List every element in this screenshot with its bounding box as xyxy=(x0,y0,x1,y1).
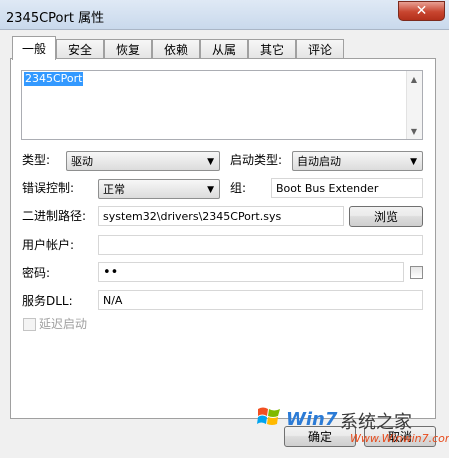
service-dll-value: N/A xyxy=(103,293,123,307)
service-dll-label: 服务DLL: xyxy=(22,294,73,308)
group-label: 组: xyxy=(230,181,247,195)
tab-label: 恢复 xyxy=(115,43,140,57)
chevron-down-icon: ▼ xyxy=(207,157,214,167)
tab-dependents[interactable]: 从属 xyxy=(200,39,248,59)
group-value: Boot Bus Extender xyxy=(276,181,379,195)
binary-path-field[interactable]: system32\drivers\2345CPort.sys xyxy=(98,206,344,226)
error-control-select[interactable]: 正常 ▼ xyxy=(98,179,220,199)
browse-label: 浏览 xyxy=(373,210,398,224)
type-value: 驱动 xyxy=(71,155,93,168)
service-dll-field[interactable]: N/A xyxy=(98,290,423,310)
delayed-start-checkbox[interactable] xyxy=(23,318,36,331)
scroll-up-icon[interactable]: ▲ xyxy=(407,72,421,86)
binary-path-value: system32\drivers\2345CPort.sys xyxy=(103,209,282,223)
password-value: •• xyxy=(103,264,119,280)
tab-label: 安全 xyxy=(67,43,92,57)
tab-label: 评论 xyxy=(307,43,332,57)
tab-dependencies[interactable]: 依赖 xyxy=(152,39,200,59)
watermark-url: Www.Winwin7.com xyxy=(350,432,449,445)
watermark-site-name: 系统之家 xyxy=(340,412,412,433)
scroll-down-icon[interactable]: ▼ xyxy=(407,124,421,138)
tab-comments[interactable]: 评论 xyxy=(296,39,344,59)
user-account-label: 用户帐户: xyxy=(22,238,75,252)
tab-label: 依赖 xyxy=(163,43,188,57)
close-button[interactable]: ✕ xyxy=(398,1,445,21)
tab-recovery[interactable]: 恢复 xyxy=(104,39,152,59)
tab-label: 从属 xyxy=(211,43,236,57)
type-label: 类型: xyxy=(22,153,51,167)
binary-path-label: 二进制路径: xyxy=(22,209,87,223)
chevron-down-icon: ▼ xyxy=(207,185,214,195)
tab-label: 其它 xyxy=(259,43,284,57)
start-type-select[interactable]: 自动启动 ▼ xyxy=(292,151,423,171)
browse-button[interactable]: 浏览 xyxy=(349,206,423,227)
description-text: 2345CPort xyxy=(24,72,84,86)
show-password-checkbox[interactable] xyxy=(410,266,423,279)
tab-other[interactable]: 其它 xyxy=(248,39,296,59)
error-control-label: 错误控制: xyxy=(22,181,75,195)
chevron-down-icon: ▼ xyxy=(410,157,417,167)
watermark-brand: Win7 xyxy=(286,409,338,430)
user-account-field[interactable] xyxy=(98,235,423,255)
close-icon: ✕ xyxy=(415,3,428,19)
start-type-value: 自动启动 xyxy=(297,155,341,168)
ok-label: 确定 xyxy=(307,430,332,444)
delayed-start-label: 延迟启动 xyxy=(39,317,88,331)
type-select[interactable]: 驱动 ▼ xyxy=(66,151,220,171)
password-field[interactable]: •• xyxy=(98,262,404,282)
error-control-value: 正常 xyxy=(103,183,125,196)
tab-label: 一般 xyxy=(21,42,46,56)
windows-logo-icon xyxy=(257,407,280,425)
group-field[interactable]: Boot Bus Extender xyxy=(271,178,423,198)
window-title: 2345CPort 属性 xyxy=(6,11,105,26)
password-label: 密码: xyxy=(22,266,51,280)
tab-security[interactable]: 安全 xyxy=(56,39,104,59)
start-type-label: 启动类型: xyxy=(230,153,283,167)
tab-general[interactable]: 一般 xyxy=(12,36,56,60)
